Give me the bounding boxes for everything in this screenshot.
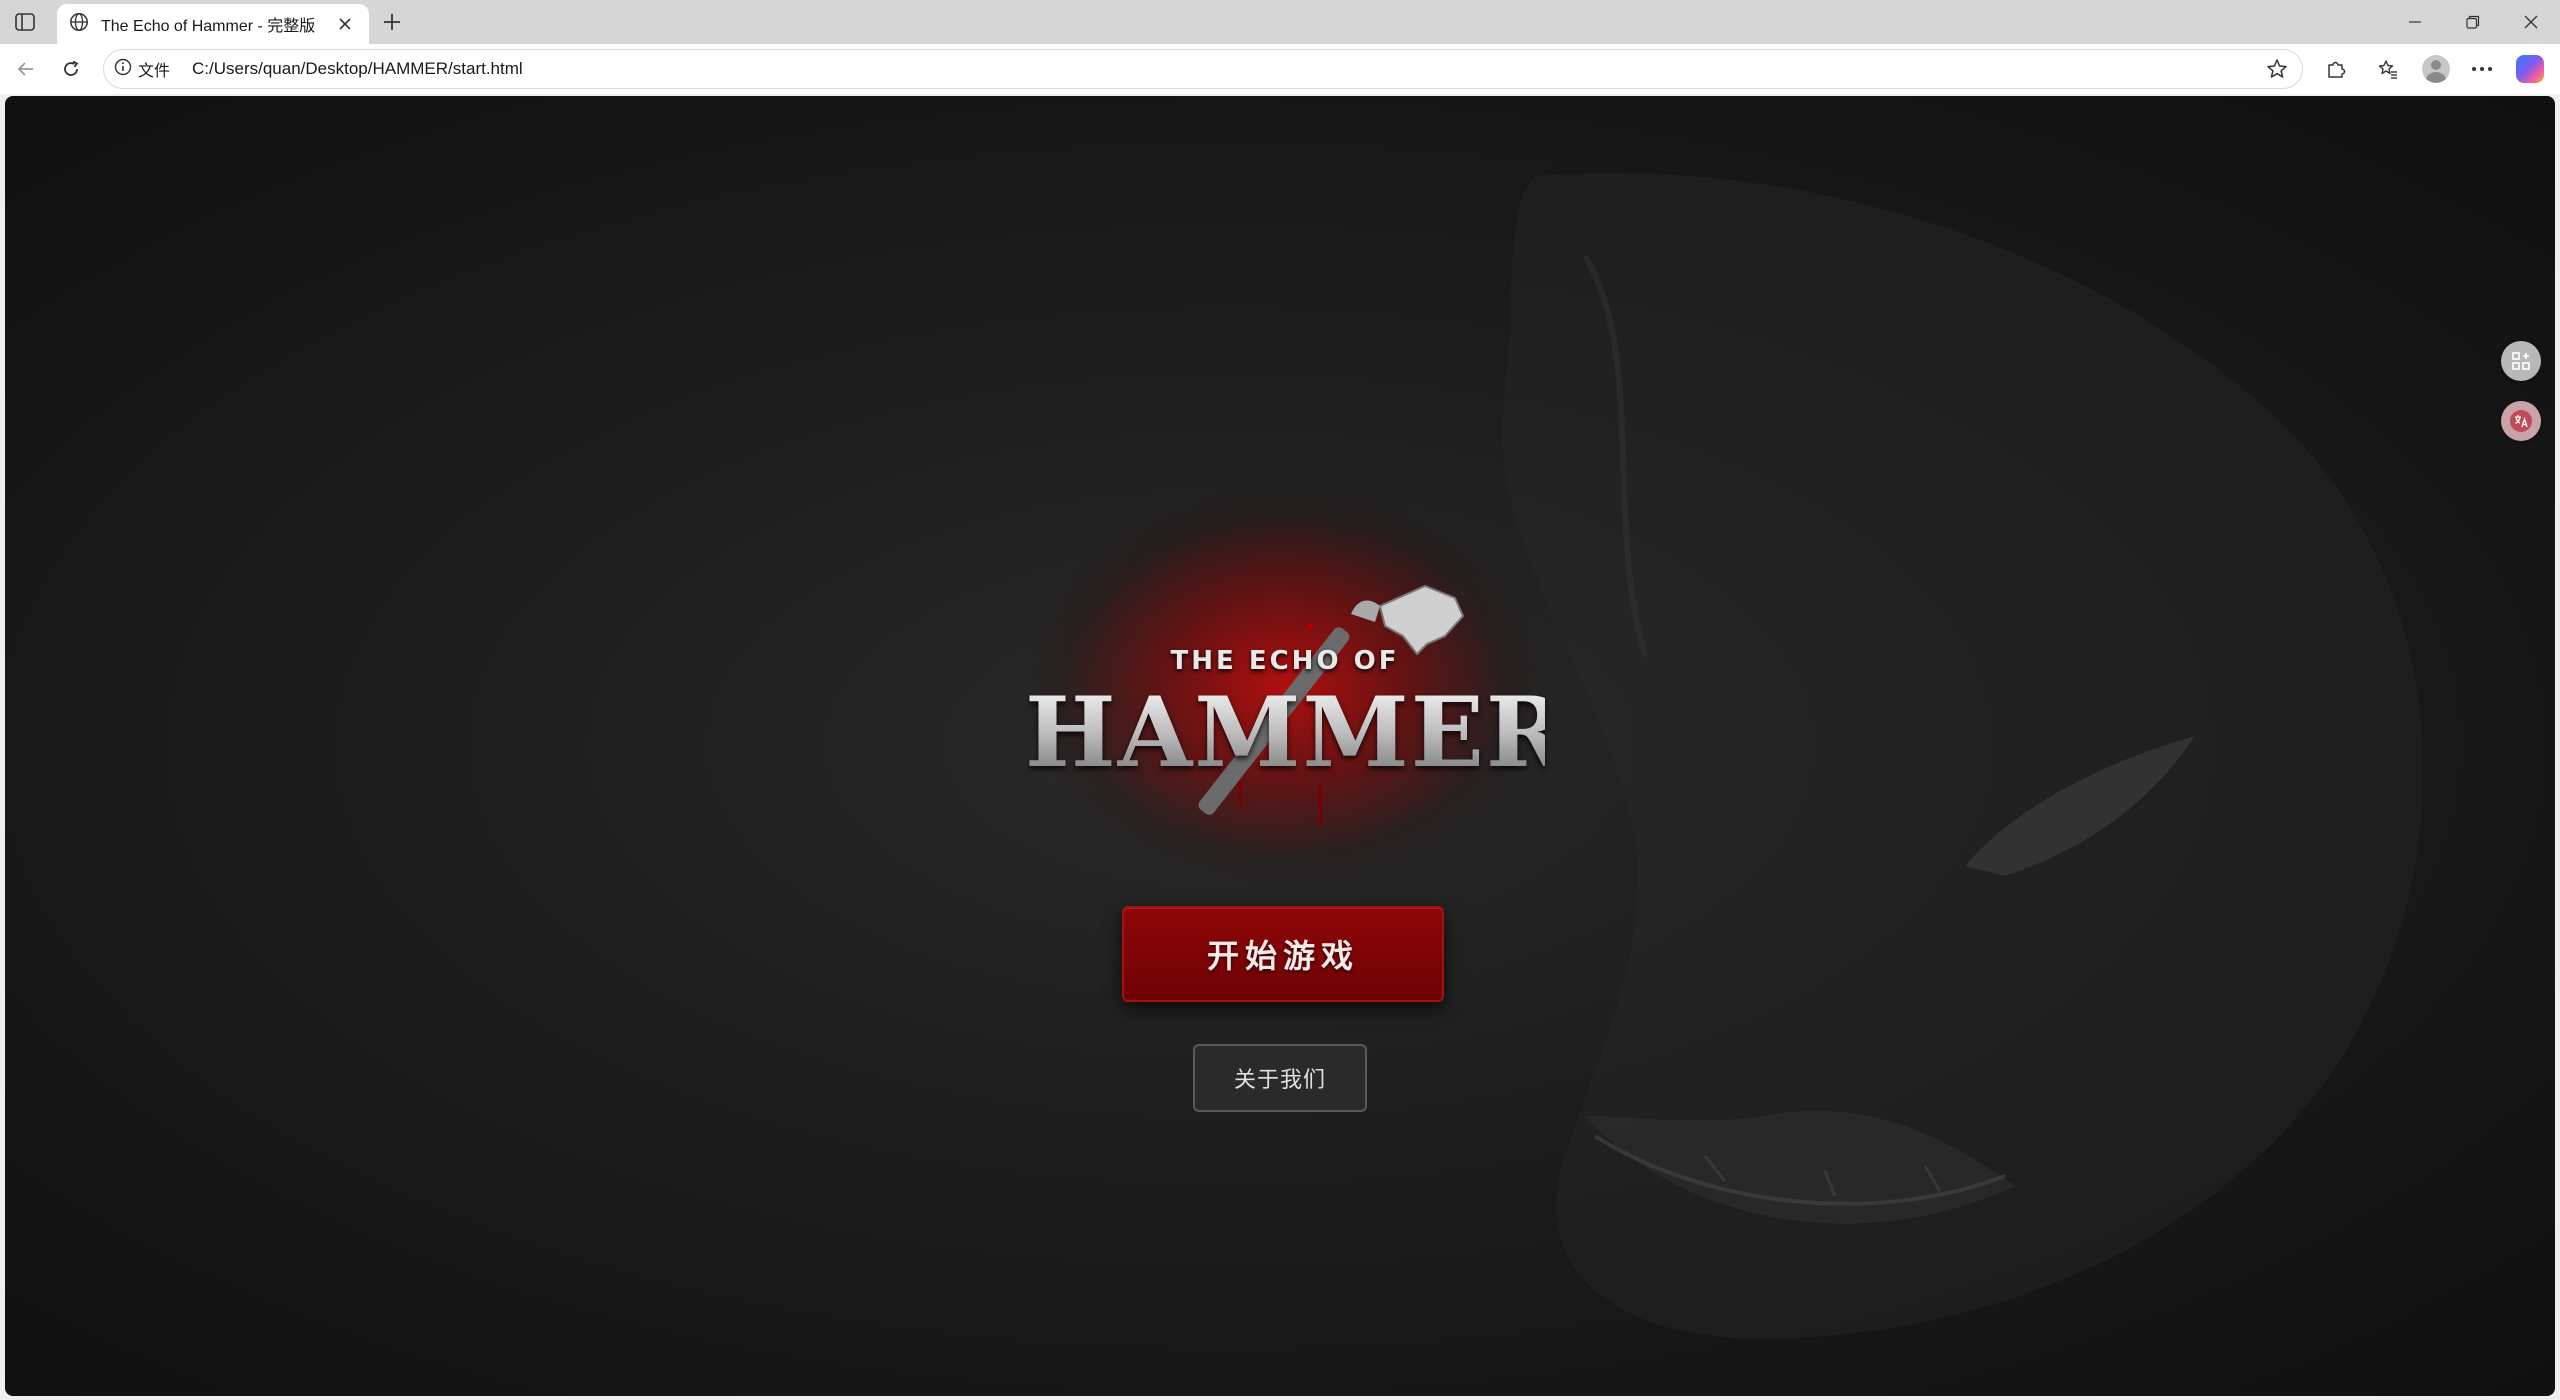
- sidebar-toggle-icon[interactable]: [10, 8, 40, 36]
- about-us-button[interactable]: 关于我们: [1193, 1044, 1367, 1112]
- new-tab-plus-icon[interactable]: [377, 8, 407, 36]
- refresh-icon[interactable]: [55, 53, 87, 85]
- avatar-icon: [2422, 55, 2450, 83]
- close-window-icon[interactable]: [2502, 0, 2560, 44]
- more-options-icon[interactable]: [2466, 53, 2498, 85]
- site-label: 文件: [138, 63, 171, 80]
- profile-avatar[interactable]: [2420, 53, 2452, 85]
- globe-icon: [69, 12, 89, 37]
- tab-strip: The Echo of Hammer - 完整版: [0, 0, 2560, 44]
- active-tab[interactable]: The Echo of Hammer - 完整版: [57, 4, 369, 44]
- logo-subtitle: THE ECHO OF: [1170, 646, 1400, 676]
- start-game-button[interactable]: 开始游戏: [1122, 906, 1444, 1002]
- back-arrow-icon[interactable]: [10, 53, 42, 85]
- navigation-toolbar: 文件 C:/Users/quan/Desktop/HAMMER/start.ht…: [0, 44, 2560, 94]
- site-info-button[interactable]: 文件: [114, 57, 170, 81]
- translate-icon[interactable]: [2501, 401, 2541, 441]
- window-controls: [2386, 0, 2560, 44]
- close-tab-icon[interactable]: [333, 12, 357, 36]
- minimize-icon[interactable]: [2386, 0, 2444, 44]
- logo-title: HAMMER: [1025, 676, 1568, 789]
- tab-title: The Echo of Hammer - 完整版: [101, 18, 316, 35]
- favorite-star-icon[interactable]: [2262, 54, 2292, 84]
- restore-icon[interactable]: [2444, 0, 2502, 44]
- page-viewport: THE ECHO OF HAMMER 开始游戏 关于我们: [5, 96, 2555, 1396]
- address-bar[interactable]: 文件 C:/Users/quan/Desktop/HAMMER/start.ht…: [103, 49, 2303, 89]
- copilot-icon[interactable]: [2514, 53, 2546, 85]
- game-logo: THE ECHO OF HAMMER: [1025, 486, 1568, 886]
- apps-grid-icon[interactable]: [2501, 341, 2541, 381]
- extensions-puzzle-icon[interactable]: [2320, 53, 2352, 85]
- favorites-collection-icon[interactable]: [2372, 53, 2404, 85]
- info-icon: [114, 58, 132, 81]
- url-text[interactable]: C:/Users/quan/Desktop/HAMMER/start.html: [192, 59, 2262, 79]
